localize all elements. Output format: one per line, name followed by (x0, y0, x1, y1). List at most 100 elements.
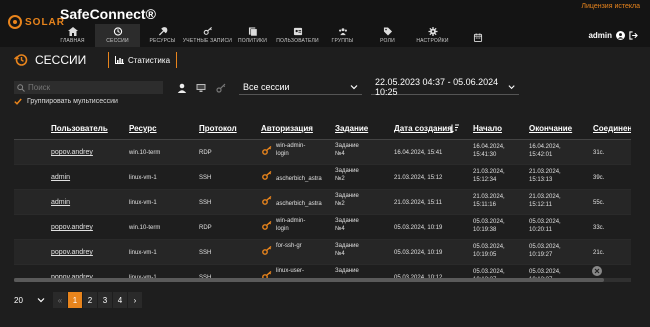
page-size-select[interactable]: 20 (14, 293, 45, 307)
user-profile-icon[interactable] (616, 31, 625, 40)
group-multisessions-checkbox[interactable]: Группировать мультисессии (14, 98, 118, 105)
cell-resource: linux-vm-1 (129, 200, 157, 206)
groups-icon (338, 28, 347, 36)
key-icon (262, 220, 272, 230)
logout-icon[interactable] (629, 31, 638, 40)
column-header-task[interactable]: Задание (335, 124, 368, 133)
page-button-2[interactable]: 2 (83, 292, 97, 308)
cell-created: 21.03.2024, 15:12 (394, 175, 443, 181)
column-header-authorization[interactable]: Авторизация (261, 124, 313, 133)
cell-start-line2: 10:19:38 (473, 227, 497, 233)
close-circle-icon[interactable] (592, 266, 602, 276)
cell-created: 16.04.2024, 15:41 (394, 150, 443, 156)
nav-item-roles[interactable]: РОЛИ (365, 24, 410, 47)
cell-protocol: RDP (199, 225, 212, 231)
cell-task-line2: №4 (335, 151, 345, 157)
license-warning[interactable]: Лицензия истекла (581, 3, 640, 10)
scrollbar-thumb[interactable] (14, 278, 604, 282)
nav-item-users[interactable]: ПОЛЬЗОВАТЕЛИ (275, 24, 320, 47)
nav-item-accounts[interactable]: УЧЕТНЫЕ ЗАПИСИ (183, 24, 232, 47)
cell-user[interactable]: popov.andrey (51, 249, 93, 256)
statistics-button[interactable]: Статистика (108, 52, 178, 68)
page-button-3[interactable]: 3 (98, 292, 112, 308)
resources-icon (158, 27, 167, 36)
cell-end-line1: 16.04.2024, (529, 144, 561, 150)
page-button-4[interactable]: 4 (113, 292, 127, 308)
column-header-connection[interactable]: Соединен (593, 124, 631, 133)
cell-start-line2: 15:11:16 (473, 202, 496, 208)
table-row[interactable]: popov.andrey win.10-term RDP win-admin-logi… (14, 140, 631, 165)
cell-start-line2: 15:12:34 (473, 177, 497, 183)
cell-auth-line1: win-admin- (276, 143, 306, 149)
nav-item-home[interactable]: ГЛАВНАЯ (50, 24, 95, 47)
bar-chart-icon (115, 56, 124, 64)
cell-resource: linux-vm-1 (129, 175, 157, 181)
solar-logo-icon (8, 15, 22, 29)
nav-item-policies[interactable]: ПОЛИТИКИ (230, 24, 275, 47)
sessions-type-value: Все сессии (243, 82, 290, 92)
monitor-filter-icon[interactable] (196, 83, 206, 93)
cell-connection: 39с. (593, 175, 605, 181)
key-filter-icon[interactable] (216, 83, 226, 93)
chevron-down-icon (37, 298, 45, 303)
cell-auth-line2: ascherbich_astra (276, 201, 322, 207)
sort-descending-icon[interactable] (450, 124, 459, 133)
cell-protocol: SSH (199, 250, 212, 256)
date-range-select[interactable]: 22.05.2023 04:37 - 05.06.2024 10:25 (371, 77, 519, 97)
pagination: « 1 2 3 4 › (53, 292, 142, 308)
product-name: SafeConnect® (60, 6, 156, 22)
cell-task-line2: №2 (335, 201, 345, 207)
cell-task-line1: Задание (335, 268, 359, 274)
statistics-button-label: Статистика (128, 55, 171, 65)
cell-auth-line1: win-admin- (276, 218, 306, 224)
cell-user[interactable]: admin (51, 174, 70, 181)
cell-start-line2: 15:41:30 (473, 152, 497, 158)
cell-user[interactable]: popov.andrey (51, 149, 93, 156)
cell-created: 21.03.2024, 15:11 (394, 200, 442, 206)
top-bar: SOLAR SafeConnect® Лицензия истекла ГЛАВ… (0, 0, 650, 47)
table-row[interactable]: popov.andrey win.10-term RDP win-admin-logi… (14, 215, 631, 240)
history-icon (113, 27, 122, 36)
chevron-down-icon (508, 85, 515, 90)
column-header-created[interactable]: Дата создания (394, 124, 452, 133)
cell-start-line1: 21.03.2024, (473, 169, 505, 175)
cell-created: 05.03.2024, 10:19 (394, 225, 443, 231)
cell-connection: 55с. (593, 200, 605, 206)
search-input[interactable] (28, 83, 158, 92)
nav-item-resources[interactable]: РЕСУРСЫ (140, 24, 185, 47)
cell-resource: linux-vm-1 (129, 250, 157, 256)
nav-item-calendar[interactable] (455, 24, 500, 47)
nav-item-sessions[interactable]: СЕССИИ (95, 24, 140, 47)
cell-auth-line2: ascherbich_astra (276, 176, 322, 182)
sessions-type-select[interactable]: Все сессии (239, 80, 362, 95)
search-box[interactable] (14, 81, 163, 94)
column-header-protocol[interactable]: Протокол (199, 124, 237, 133)
user-filter-icon[interactable] (177, 83, 187, 93)
page-button-1[interactable]: 1 (68, 292, 82, 308)
search-icon (17, 83, 25, 92)
cell-end-line2: 10:19:27 (529, 252, 553, 258)
cell-end-line1: 21.03.2024, (529, 194, 561, 200)
column-header-end[interactable]: Окончание (529, 124, 572, 133)
cell-user[interactable]: popov.andrey (51, 224, 93, 231)
table-row[interactable]: admin linux-vm-1 SSH ascherbich_astra Задани… (14, 165, 631, 190)
username[interactable]: admin (588, 31, 612, 40)
nav-item-settings[interactable]: НАСТРОЙКИ (410, 24, 455, 47)
cell-task-line1: Задание (335, 143, 359, 149)
table-row[interactable]: popov.andrey linux-vm-1 SSH linux-user- Зада… (14, 265, 631, 278)
horizontal-scrollbar[interactable] (14, 278, 631, 282)
column-header-start[interactable]: Начало (473, 124, 502, 133)
main-nav: ГЛАВНАЯ СЕССИИ РЕСУРСЫ УЧЕТНЫЕ ЗАПИСИ ПО… (50, 24, 500, 47)
first-page-button[interactable]: « (53, 292, 67, 308)
cell-end-line2: 10:20:11 (529, 227, 552, 233)
table-row[interactable]: admin linux-vm-1 SSH ascherbich_astra Задани… (14, 190, 631, 215)
cell-user[interactable]: admin (51, 199, 70, 206)
next-page-button[interactable]: › (128, 292, 142, 308)
table-row[interactable]: popov.andrey linux-vm-1 SSH for-ssh-gr Задан… (14, 240, 631, 265)
nav-item-groups[interactable]: ГРУППЫ (320, 24, 365, 47)
column-header-user[interactable]: Пользователь (51, 124, 108, 133)
column-header-resource[interactable]: Ресурс (129, 124, 157, 133)
cell-connection: 33с. (593, 225, 605, 231)
cell-end-line1: 05.03.2024, (529, 269, 561, 275)
key-icon (262, 245, 272, 255)
